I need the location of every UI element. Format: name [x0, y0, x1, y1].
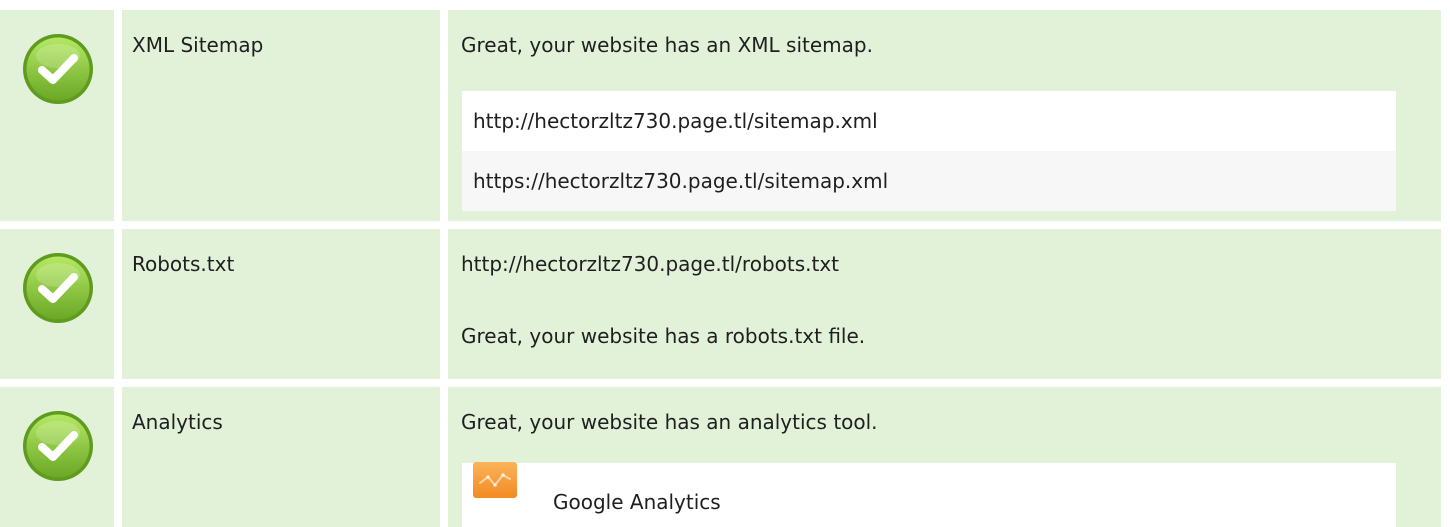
label-cell: Analytics: [122, 387, 440, 527]
content-cell: Great, your website has an analytics too…: [448, 387, 1441, 527]
sitemap-url-list: http://hectorzltz730.page.tl/sitemap.xml…: [462, 91, 1396, 211]
check-icon: [23, 411, 93, 481]
check-row-xml-sitemap: XML Sitemap Great, your website has an X…: [0, 10, 1441, 221]
content-cell: Great, your website has an XML sitemap. …: [448, 10, 1441, 221]
robots-url[interactable]: http://hectorzltz730.page.tl/robots.txt: [461, 251, 839, 277]
google-analytics-logo-icon: [473, 462, 517, 498]
sitemap-url-item[interactable]: http://hectorzltz730.page.tl/sitemap.xml: [462, 91, 1396, 151]
status-cell: [0, 229, 114, 379]
content-cell: http://hectorzltz730.page.tl/robots.txt …: [448, 229, 1441, 379]
check-message: Great, your website has an XML sitemap.: [461, 33, 873, 57]
sitemap-url-item[interactable]: https://hectorzltz730.page.tl/sitemap.xm…: [462, 151, 1396, 211]
check-label: Analytics: [132, 410, 223, 434]
analytics-tool-item: Google Analytics: [462, 462, 1396, 527]
check-message: Great, your website has an analytics too…: [461, 410, 878, 434]
seo-report: XML Sitemap Great, your website has an X…: [0, 0, 1450, 527]
check-row-analytics: Analytics Great, your website has an ana…: [0, 387, 1441, 527]
check-row-robots-txt: Robots.txt http://hectorzltz730.page.tl/…: [0, 229, 1441, 379]
label-cell: XML Sitemap: [122, 10, 440, 221]
status-cell: [0, 10, 114, 221]
check-label: XML Sitemap: [132, 33, 264, 57]
check-icon: [23, 34, 93, 104]
check-label: Robots.txt: [132, 252, 235, 276]
status-cell: [0, 387, 114, 527]
check-message: Great, your website has a robots.txt fil…: [461, 324, 866, 348]
analytics-tool-name: Google Analytics: [553, 490, 721, 514]
check-icon: [23, 253, 93, 323]
label-cell: Robots.txt: [122, 229, 440, 379]
